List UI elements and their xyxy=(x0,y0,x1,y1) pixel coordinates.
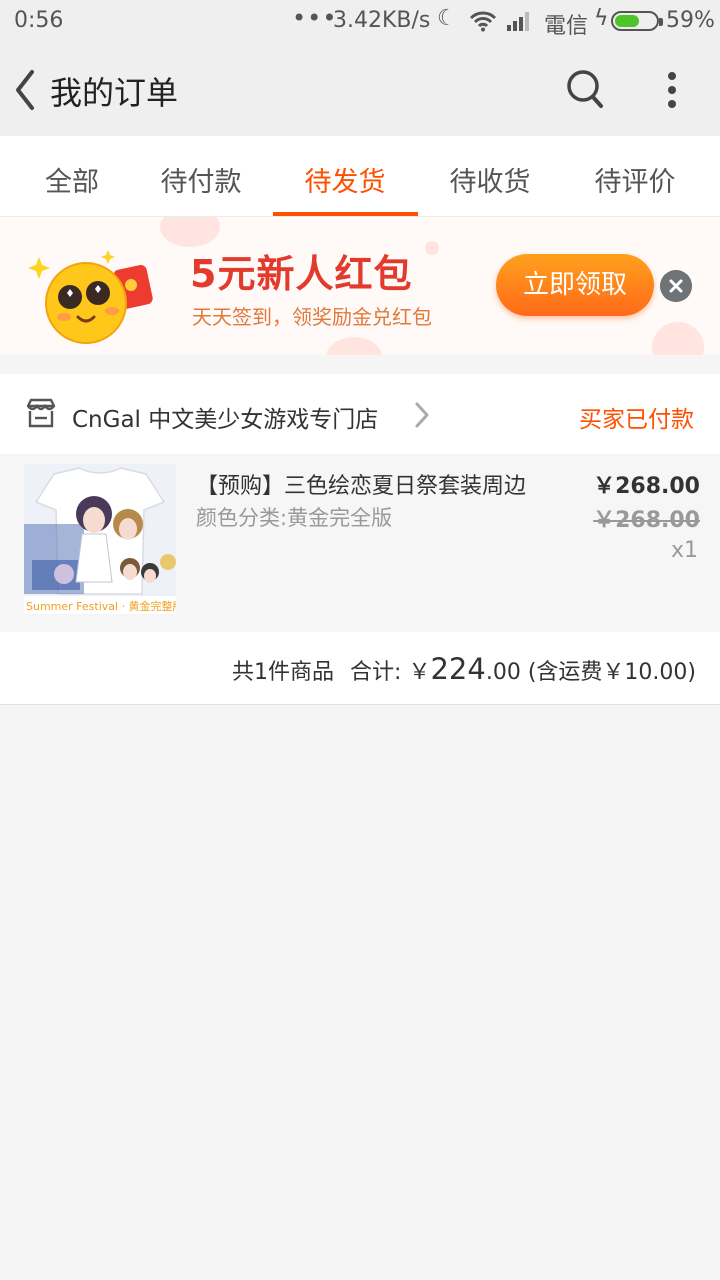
close-icon[interactable] xyxy=(660,270,692,302)
order-total-line: 共1件商品 合计: ￥224.00 (含运费￥10.00) xyxy=(232,652,696,686)
store-name[interactable]: CnGal 中文美少女游戏专门店 xyxy=(72,400,378,434)
search-icon[interactable] xyxy=(564,66,606,112)
network-speed: 3.42KB/s xyxy=(333,8,431,33)
promo-banner[interactable]: 5元新人红包 天天签到，领奖励金兑红包 立即领取 xyxy=(0,217,720,355)
tab-pending-payment[interactable]: 待付款 xyxy=(129,160,273,217)
store-icon xyxy=(26,398,56,428)
store-row[interactable]: CnGal 中文美少女游戏专门店 买家已付款 xyxy=(0,374,720,454)
banner-decoration xyxy=(425,241,439,255)
moon-icon: ☾ xyxy=(437,6,457,31)
tab-pending-shipment[interactable]: 待发货 xyxy=(273,160,417,217)
total-amount-integer: 224 xyxy=(430,652,486,686)
charging-icon: ϟ xyxy=(594,6,609,31)
app-header: 我的订单 xyxy=(0,44,720,136)
tab-all[interactable]: 全部 xyxy=(0,160,144,217)
more-icon[interactable] xyxy=(652,66,692,114)
battery-fill xyxy=(615,15,639,27)
battery-icon xyxy=(611,11,663,31)
battery-tip xyxy=(659,18,663,26)
tab-pending-receipt[interactable]: 待收货 xyxy=(418,160,562,217)
claim-button[interactable]: 立即领取 xyxy=(496,254,654,316)
page-title: 我的订单 xyxy=(50,74,179,112)
signal-icon xyxy=(507,12,529,31)
order-item[interactable]: Summer Festival · 黄金完整版 【预购】三色绘恋夏日祭套装周边 … xyxy=(0,454,720,632)
status-bar: 0:56 ••• 3.42KB/s ☾ 電信 ϟ 59% xyxy=(0,0,720,44)
order-status: 买家已付款 xyxy=(579,407,694,433)
product-image[interactable]: Summer Festival · 黄金完整版 xyxy=(24,464,176,614)
back-icon[interactable] xyxy=(6,64,46,116)
battery-percent: 59% xyxy=(666,8,715,33)
product-title[interactable]: 【预购】三色绘恋夏日祭套装周边 xyxy=(196,468,526,500)
banner-decoration xyxy=(326,337,382,355)
product-image-caption: Summer Festival · 黄金完整版 xyxy=(26,600,176,613)
order-tabs: 全部 待付款 待发货 待收货 待评价 xyxy=(0,136,720,217)
product-artwork xyxy=(24,464,176,614)
order-summary: 共1件商品 合计: ￥224.00 (含运费￥10.00) xyxy=(0,632,720,705)
chevron-right-icon[interactable] xyxy=(412,400,432,430)
carrier-name: 電信 xyxy=(544,14,589,39)
banner-title: 5元新人红包 xyxy=(190,252,413,296)
active-tab-indicator xyxy=(273,212,418,216)
shipping-fee: (含运费￥10.00) xyxy=(527,660,696,685)
product-quantity: x1 xyxy=(670,538,698,563)
product-sku: 颜色分类:黄金完全版 xyxy=(196,506,393,530)
wifi-icon xyxy=(469,11,497,32)
item-count: 共1件商品 xyxy=(232,660,335,685)
product-price: ￥268.00 xyxy=(593,474,700,499)
tab-pending-review[interactable]: 待评价 xyxy=(563,160,707,217)
banner-decoration xyxy=(652,322,704,355)
status-time: 0:56 xyxy=(14,8,64,33)
total-currency: ￥ xyxy=(408,660,431,685)
banner-subtitle: 天天签到，领奖励金兑红包 xyxy=(192,305,432,329)
total-amount-decimal: .00 xyxy=(485,660,521,685)
notification-dots-icon: ••• xyxy=(292,4,338,32)
mascot-icon xyxy=(28,250,153,344)
product-original-price: ￥268.00 xyxy=(593,508,700,533)
total-label: 合计: xyxy=(350,660,402,685)
